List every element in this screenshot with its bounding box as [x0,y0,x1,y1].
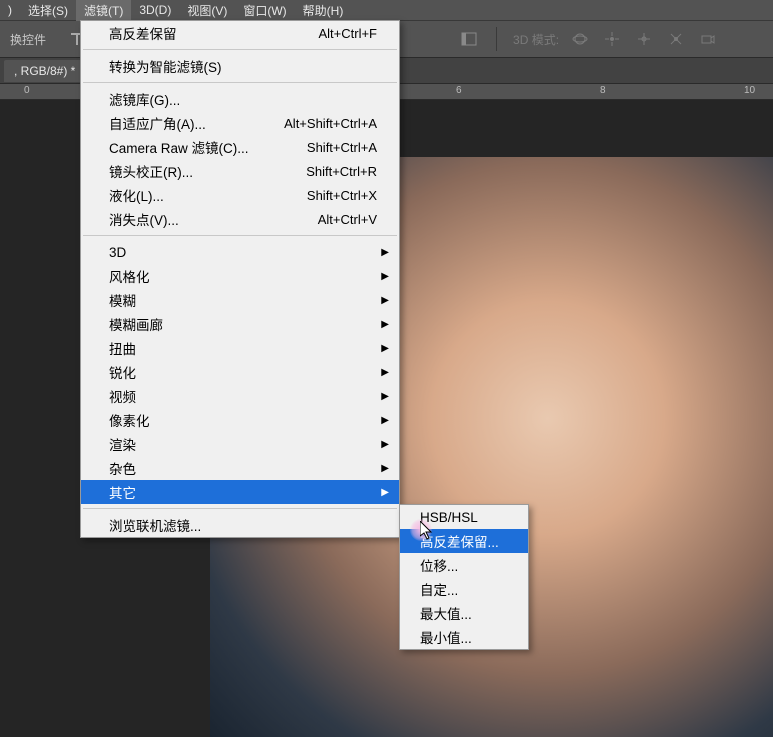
menu-item-label: 锐化 [109,362,136,382]
menu-item-label: 其它 [109,482,136,502]
submenu-maximum[interactable]: 最大值... [400,601,528,625]
toolbar-divider [496,27,497,51]
menu-item-label: 模糊画廊 [109,314,163,334]
menu-noise[interactable]: 杂色 ▶ [81,456,399,480]
menu-stylize[interactable]: 风格化 ▶ [81,264,399,288]
ruler-tick-label: 0 [24,85,30,96]
menu-browse-filters-online[interactable]: 浏览联机滤镜... [81,513,399,537]
submenu-arrow-icon: ▶ [381,487,389,498]
menu-item-label: 杂色 [109,458,136,478]
menu-item-shortcut: Shift+Ctrl+A [307,140,377,155]
orbit-icon[interactable] [569,28,591,50]
menu-3d[interactable]: 3D ▶ [81,240,399,264]
menu-item-label: 位移... [420,555,458,575]
menu-item-label: 高反差保留 [109,23,177,43]
submenu-minimum[interactable]: 最小值... [400,625,528,649]
menu-item-label: 视频 [109,386,136,406]
menu-item-shortcut: Alt+Shift+Ctrl+A [284,116,377,131]
menu-vanishing-point[interactable]: 消失点(V)... Alt+Ctrl+V [81,207,399,231]
submenu-arrow-icon: ▶ [381,247,389,258]
swap-controls-label: 换控件 [10,31,46,48]
menu-item-label: Camera Raw 滤镜(C)... [109,137,249,157]
menu-blur[interactable]: 模糊 ▶ [81,288,399,312]
menu-camera-raw[interactable]: Camera Raw 滤镜(C)... Shift+Ctrl+A [81,135,399,159]
menu-other[interactable]: 其它 ▶ [81,480,399,504]
menu-item-label: 滤镜库(G)... [109,89,180,109]
menubar-item-select[interactable]: 选择(S) [20,0,76,21]
menu-item-label: 最大值... [420,603,472,623]
menu-item-label: 模糊 [109,290,136,310]
submenu-offset[interactable]: 位移... [400,553,528,577]
menubar: ) 选择(S) 滤镜(T) 3D(D) 视图(V) 窗口(W) 帮助(H) [0,0,773,20]
menu-item-label: 浏览联机滤镜... [109,515,201,535]
submenu-arrow-icon: ▶ [381,295,389,306]
menu-liquify[interactable]: 液化(L)... Shift+Ctrl+X [81,183,399,207]
menu-item-label: 自定... [420,579,458,599]
menu-item-label: 扭曲 [109,338,136,358]
menu-pixelate[interactable]: 像素化 ▶ [81,408,399,432]
menu-blur-gallery[interactable]: 模糊画廊 ▶ [81,312,399,336]
menu-separator [83,49,397,50]
submenu-arrow-icon: ▶ [381,439,389,450]
menu-item-label: 高反差保留... [420,531,499,551]
menu-item-shortcut: Alt+Ctrl+F [318,26,377,41]
document-tab[interactable]: , RGB/8#) * [4,60,85,82]
menu-item-label: 镜头校正(R)... [109,161,193,181]
menu-item-label: 液化(L)... [109,185,164,205]
menu-item-label: 像素化 [109,410,150,430]
camera-3d-icon[interactable] [697,28,719,50]
menu-separator [83,82,397,83]
menu-item-label: 转换为智能滤镜(S) [109,56,222,76]
submenu-arrow-icon: ▶ [381,367,389,378]
menu-filter-gallery[interactable]: 滤镜库(G)... [81,87,399,111]
menu-separator [83,235,397,236]
menu-separator [83,508,397,509]
menu-item-label: HSB/HSL [420,510,478,525]
ruler-tick-label: 8 [600,85,606,96]
menu-distort[interactable]: 扭曲 ▶ [81,336,399,360]
other-submenu: HSB/HSL 高反差保留... 位移... 自定... 最大值... 最小值.… [399,504,529,650]
menu-lens-correction[interactable]: 镜头校正(R)... Shift+Ctrl+R [81,159,399,183]
submenu-hsb-hsl[interactable]: HSB/HSL [400,505,528,529]
menu-render[interactable]: 渲染 ▶ [81,432,399,456]
menubar-item-help[interactable]: 帮助(H) [295,0,352,21]
move-3d-icon[interactable] [633,28,655,50]
menu-last-filter[interactable]: 高反差保留 Alt+Ctrl+F [81,21,399,45]
menubar-item-filter[interactable]: 滤镜(T) [76,0,131,21]
submenu-custom[interactable]: 自定... [400,577,528,601]
menu-item-shortcut: Shift+Ctrl+R [306,164,377,179]
menu-adaptive-wide-angle[interactable]: 自适应广角(A)... Alt+Shift+Ctrl+A [81,111,399,135]
submenu-arrow-icon: ▶ [381,343,389,354]
menu-item-label: 渲染 [109,434,136,454]
menu-item-label: 3D [109,245,126,260]
scale-3d-icon[interactable] [665,28,687,50]
menu-item-label: 最小值... [420,627,472,647]
submenu-arrow-icon: ▶ [381,415,389,426]
submenu-arrow-icon: ▶ [381,271,389,282]
menu-item-shortcut: Shift+Ctrl+X [307,188,377,203]
submenu-arrow-icon: ▶ [381,319,389,330]
submenu-arrow-icon: ▶ [381,391,389,402]
submenu-arrow-icon: ▶ [381,463,389,474]
menu-video[interactable]: 视频 ▶ [81,384,399,408]
filter-menu-dropdown: 高反差保留 Alt+Ctrl+F 转换为智能滤镜(S) 滤镜库(G)... 自适… [80,20,400,538]
menubar-item-window[interactable]: 窗口(W) [235,0,294,21]
ruler-tick-label: 6 [456,85,462,96]
toolbar-panel-icon[interactable] [458,28,480,50]
submenu-high-pass[interactable]: 高反差保留... [400,529,528,553]
ruler-tick-label: 10 [744,85,755,96]
menubar-item-partial[interactable]: ) [0,1,20,19]
menu-item-label: 自适应广角(A)... [109,113,206,133]
menubar-item-3d[interactable]: 3D(D) [131,1,179,19]
menu-item-shortcut: Alt+Ctrl+V [318,212,377,227]
menu-convert-smart-filter[interactable]: 转换为智能滤镜(S) [81,54,399,78]
menu-sharpen[interactable]: 锐化 ▶ [81,360,399,384]
menu-item-label: 风格化 [109,266,150,286]
mode3d-label: 3D 模式: [513,31,559,48]
menubar-item-view[interactable]: 视图(V) [179,0,235,21]
menu-item-label: 消失点(V)... [109,209,179,229]
pan-icon[interactable] [601,28,623,50]
